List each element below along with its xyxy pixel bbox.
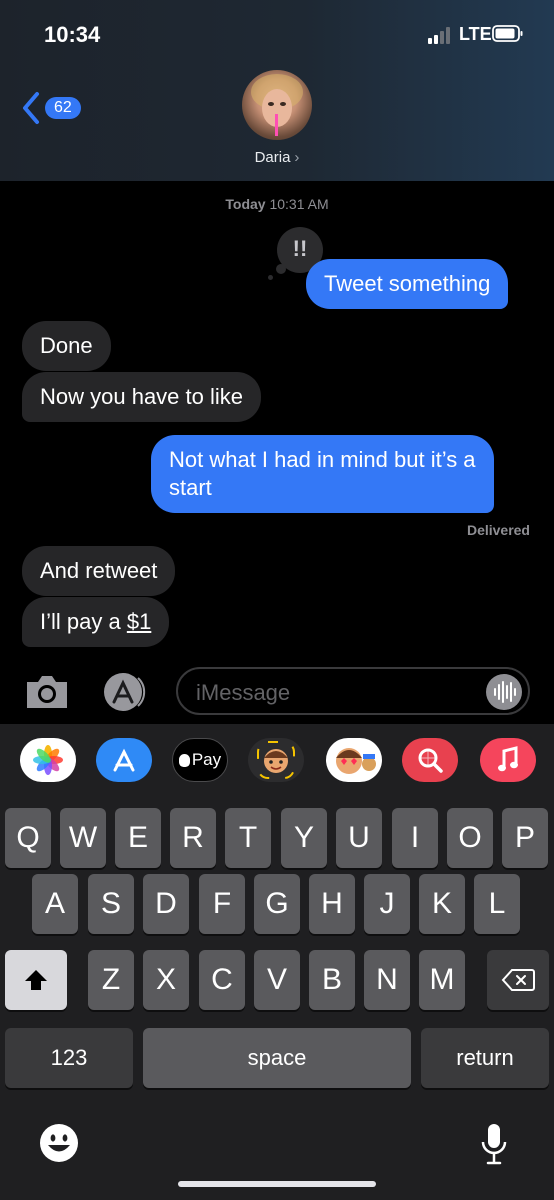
key-m[interactable]: M [419, 950, 465, 1010]
key-a[interactable]: A [32, 874, 78, 934]
key-g[interactable]: G [254, 874, 300, 934]
received-message-bubble[interactable]: I’ll pay a $1 [22, 597, 170, 647]
key-s[interactable]: S [88, 874, 134, 934]
chevron-left-icon [23, 92, 39, 124]
camera-icon[interactable] [24, 674, 70, 710]
composer-row: iMessage [0, 662, 554, 724]
emoji-icon[interactable] [38, 1122, 80, 1164]
key-o[interactable]: O [447, 808, 493, 868]
key-n[interactable]: N [364, 950, 410, 1010]
contact-name: Daria [254, 149, 291, 166]
status-time: 10:34 [44, 22, 101, 47]
received-message-bubble[interactable]: Done [22, 321, 111, 371]
key-b[interactable]: B [309, 950, 355, 1010]
delete-key[interactable] [487, 950, 549, 1010]
avatar-photo [251, 74, 303, 136]
tapback-tail-dot [276, 264, 286, 274]
home-indicator[interactable] [178, 1181, 376, 1187]
chevron-right-icon: › [294, 149, 300, 166]
key-r[interactable]: R [170, 808, 216, 868]
backspace-icon [501, 969, 535, 991]
memoji-icon[interactable] [248, 738, 304, 782]
key-q[interactable]: Q [5, 808, 51, 868]
apple-pay-icon[interactable]: Pay [172, 738, 228, 782]
message-text: Now you have to like [40, 384, 243, 409]
images-search-icon[interactable] [402, 738, 458, 782]
photos-icon[interactable] [20, 738, 76, 782]
contact-avatar[interactable] [242, 70, 312, 140]
numbers-key[interactable]: 123 [5, 1028, 133, 1088]
timestamp-time: 10:31 AM [269, 196, 329, 212]
key-u[interactable]: U [336, 808, 382, 868]
contact-name-button[interactable]: Daria › [0, 149, 554, 166]
exclamation-tapback-icon: !! [292, 236, 308, 261]
apple-pay-label: Pay [191, 750, 222, 769]
space-key[interactable]: space [143, 1028, 411, 1088]
music-icon[interactable] [480, 738, 536, 782]
sent-message-bubble[interactable]: Tweet something [306, 259, 509, 309]
shift-arrow-icon [25, 970, 47, 990]
key-f[interactable]: F [199, 874, 245, 934]
key-e[interactable]: E [115, 808, 161, 868]
tapback-tail-dot [268, 275, 273, 280]
unread-count-badge: 62 [45, 97, 81, 119]
timestamp-day: Today [225, 196, 266, 212]
received-message-bubble[interactable]: And retweet [22, 546, 176, 596]
received-message-bubble[interactable]: Now you have to like [22, 372, 261, 422]
app-store-icon[interactable] [100, 672, 148, 712]
delivery-status: Delivered [466, 522, 530, 538]
key-d[interactable]: D [143, 874, 189, 934]
imessage-app-drawer: Pay [0, 724, 554, 794]
message-text: Tweet something [324, 271, 491, 296]
cellular-signal-icon [428, 26, 452, 44]
sent-message-bubble[interactable]: Not what I had in mind but it’s a start [151, 435, 494, 513]
key-k[interactable]: K [419, 874, 465, 934]
network-type: LTE [459, 24, 492, 44]
message-text: Done [40, 333, 93, 358]
key-h[interactable]: H [309, 874, 355, 934]
keyboard: Q W E R T Y U I O P A S D F G H J K L Z … [0, 794, 554, 1200]
key-y[interactable]: Y [281, 808, 327, 868]
key-t[interactable]: T [225, 808, 271, 868]
message-timestamp: Today 10:31 AM [0, 196, 554, 212]
key-w[interactable]: W [60, 808, 106, 868]
key-j[interactable]: J [364, 874, 410, 934]
conversation-header: 10:34 LTE 62 Daria › [0, 0, 554, 181]
dictation-mic-icon[interactable] [480, 1122, 508, 1166]
key-p[interactable]: P [502, 808, 548, 868]
key-x[interactable]: X [143, 950, 189, 1010]
message-text: I’ll pay a [40, 609, 127, 634]
apple-logo-icon [178, 753, 190, 767]
message-text: And retweet [40, 558, 158, 583]
audio-message-button[interactable] [486, 674, 522, 710]
message-text-line: start [169, 475, 212, 500]
key-i[interactable]: I [392, 808, 438, 868]
message-text-line: Not what I had in mind but it’s a [169, 447, 476, 472]
message-input[interactable]: iMessage [176, 667, 530, 715]
battery-icon [492, 25, 523, 42]
return-key[interactable]: return [421, 1028, 549, 1088]
money-link[interactable]: $1 [127, 609, 151, 634]
back-button[interactable]: 62 [20, 90, 90, 126]
shift-key[interactable] [5, 950, 67, 1010]
key-v[interactable]: V [254, 950, 300, 1010]
memoji-stickers-icon[interactable] [326, 738, 382, 782]
key-z[interactable]: Z [88, 950, 134, 1010]
key-c[interactable]: C [199, 950, 245, 1010]
message-input-placeholder: iMessage [196, 680, 291, 705]
key-l[interactable]: L [474, 874, 520, 934]
app-store-icon[interactable] [96, 738, 152, 782]
